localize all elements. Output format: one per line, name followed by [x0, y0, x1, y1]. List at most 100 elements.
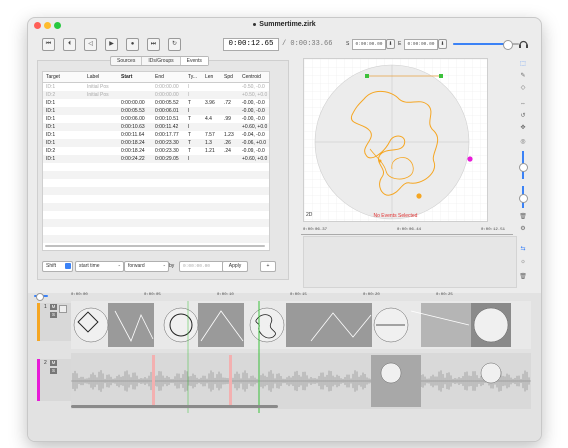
track2-color-bar [37, 359, 40, 401]
start-time-select[interactable]: start time ⌃ [75, 261, 124, 272]
tab-events[interactable]: Events [180, 57, 208, 65]
link-icon[interactable]: ⇆ [519, 246, 527, 253]
volume-slider[interactable] [453, 40, 519, 50]
table-cell-len: 1.21 [205, 148, 215, 154]
ruler-label: 0:00:12.51 [481, 228, 506, 232]
chevron-down-icon: ⌃ [162, 264, 166, 269]
table-cell-end: 0:00:23.30 [155, 148, 179, 154]
headphones-icon[interactable] [518, 38, 529, 49]
table-row[interactable]: ID:1 0:00:10.63 0:00:11.42 I +0.60, +0.0 [43, 123, 269, 131]
trash-icon[interactable]: 🗑 [519, 214, 527, 221]
play-icon[interactable]: ▶ [105, 38, 118, 51]
col-centroid[interactable]: Centroid [242, 74, 261, 80]
mini-timeline[interactable] [303, 236, 517, 288]
select-icon[interactable]: ⬚ [519, 61, 527, 68]
table-cell-type: I [188, 124, 190, 130]
col-end[interactable]: End [155, 74, 164, 80]
track2-number: 2 [44, 360, 47, 366]
table-row[interactable]: ID:1 0:00:05.53 0:00:06.01 I -0.00, -0.0 [43, 107, 269, 115]
current-time-field[interactable]: 0:00:12.65 [223, 38, 279, 51]
table-row[interactable]: ID:1 0:00:18.24 0:00:23.30 T 1.3 .26 -0.06, +0… [43, 139, 269, 147]
track2-solo-button[interactable]: S [50, 368, 57, 374]
table-cell-end: 0:00:00.00 [155, 84, 179, 90]
view-icon[interactable]: ⚙ [519, 226, 527, 233]
window-title: Summertime.zirk [28, 21, 541, 28]
pen-icon[interactable]: ✎ [519, 73, 527, 80]
tab-ids-groups[interactable]: IDs/Groups [142, 57, 181, 65]
col-spd[interactable]: Spd [224, 74, 233, 80]
table-cell-target: ID:1 [46, 140, 56, 146]
source2-marker[interactable] [467, 156, 473, 162]
tab-sources[interactable]: Sources [111, 57, 143, 65]
col-label[interactable]: Label [87, 74, 99, 80]
trash-icon-2[interactable]: 🗑 [519, 274, 527, 281]
start-time-field[interactable]: 0:00:00.00 [352, 39, 386, 50]
eraser-icon[interactable]: ◇ [519, 85, 527, 92]
end-label: E [398, 41, 402, 47]
track2-mute-button[interactable]: M [50, 360, 57, 366]
table-cell-start: 0:00:06.00 [121, 116, 145, 122]
anchor-right-marker[interactable] [439, 74, 443, 78]
table-cell-type: I [188, 156, 190, 162]
col-start[interactable]: Start [121, 74, 132, 80]
timeline-ruler-label: 0:00:00 [71, 293, 88, 297]
table-cell-target: ID:1 [46, 108, 56, 114]
table-row-empty [43, 163, 269, 171]
shift-amount-field[interactable]: 0:00:00.00 [179, 261, 224, 272]
tracks-canvas[interactable] [71, 301, 531, 413]
set-end-icon[interactable]: ⬇ [438, 39, 447, 49]
table-cell-centroid: -0.09, -0.0 [242, 148, 265, 154]
anchor-left-marker[interactable] [365, 74, 369, 78]
table-cell-end: 0:00:06.01 [155, 108, 179, 114]
track1-arm-icon[interactable] [59, 305, 67, 313]
track1-solo-button[interactable]: S [50, 312, 57, 318]
table-row[interactable]: ID:2 0:00:18.24 0:00:23.30 T 1.21 .24 -0.09, -… [43, 147, 269, 155]
table-cell-len: 7.57 [205, 132, 215, 138]
play-reverse-icon[interactable]: ◁ [84, 38, 97, 51]
timeline-scrollbar[interactable] [71, 405, 278, 408]
skip-to-end-icon[interactable]: ⏭ [147, 38, 160, 51]
table-row-empty [43, 179, 269, 187]
table-scrollbar[interactable] [45, 245, 265, 247]
viewport-canvas[interactable] [304, 59, 487, 221]
rotate-icon[interactable]: ↺ [519, 113, 527, 120]
timeline-area[interactable]: 0:00:00 0:00:05 0:00:10 0:00:15 0:00:20 0:00:… [28, 293, 541, 441]
table-cell-centroid: -0.00, -0.0 [242, 116, 265, 122]
table-cell-spd: .26 [224, 140, 231, 146]
path-point[interactable] [378, 159, 382, 163]
table-cell-centroid: -0.04, -0.0 [242, 132, 265, 138]
table-row[interactable]: ID:1 0:00:24.22 0:00:29.05 I +0.60, +0.0 [43, 155, 269, 163]
apply-button[interactable]: Apply [222, 261, 248, 272]
skip-to-start-icon[interactable]: ⏮ [42, 38, 55, 51]
table-row[interactable]: ID:1 Initial Pos 0:00:00.00 I -0.50, -0.0 [43, 83, 269, 91]
table-row[interactable]: ID:1 0:00:06.00 0:00:10.51 T 4.4 .99 -0.00, -0… [43, 115, 269, 123]
volume-knob[interactable] [503, 40, 513, 50]
table-row[interactable]: ID:1 0:00:11.64 0:00:17.77 T 7.57 1.23 -0.04, … [43, 131, 269, 139]
lock-icon[interactable]: ◎ [519, 139, 527, 146]
move-icon[interactable]: ✥ [519, 125, 527, 132]
shift-select[interactable]: Shift [42, 261, 73, 272]
spatial-viewport[interactable]: 2D No Events Selected [303, 58, 488, 222]
table-row[interactable]: ID:1 0:00:00.00 0:00:05.52 T 3.96 .72 -0.00, -… [43, 99, 269, 107]
add-event-button[interactable]: + [260, 261, 276, 272]
set-start-icon[interactable]: ⬇ [386, 39, 395, 49]
col-len[interactable]: Len [205, 74, 213, 80]
ruler-label: 0:00:06.37 [303, 228, 328, 232]
col-type[interactable]: Ty... [188, 74, 197, 80]
chevron-down-icon: ⌃ [117, 264, 121, 269]
table-cell-start: 0:00:24.22 [121, 156, 145, 162]
track1-mute-button[interactable]: M [50, 304, 57, 310]
col-target[interactable]: Target [46, 74, 60, 80]
direction-select[interactable]: forward ⌃ [124, 261, 169, 272]
stop-icon[interactable]: ● [126, 38, 139, 51]
step-back-icon[interactable]: ⏴ [63, 38, 76, 51]
table-cell-centroid: +0.50, +0.0 [242, 92, 268, 98]
table-row[interactable]: ID:2 Initial Pos 0:00:00.00 I +0.50, +0.0 [43, 91, 269, 99]
sun-icon[interactable]: ☼ [519, 259, 527, 266]
table-cell-target: ID:1 [46, 132, 56, 138]
source1-marker[interactable] [416, 193, 422, 199]
scale-icon[interactable]: ⇔ [519, 101, 527, 108]
end-time-field[interactable]: 0:00:00.00 [404, 39, 438, 50]
table-cell-spd: .24 [224, 148, 231, 154]
loop-icon[interactable]: ↻ [168, 38, 181, 51]
